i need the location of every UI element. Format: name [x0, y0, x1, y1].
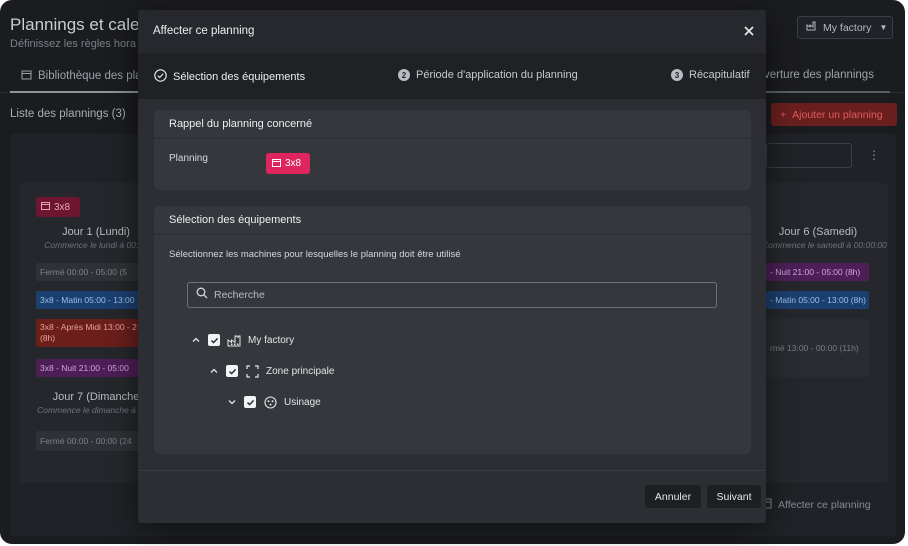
- chevron-up-icon[interactable]: [209, 366, 219, 376]
- planning-list-title: Liste des plannings (3): [10, 108, 126, 120]
- chevron-down-icon[interactable]: [227, 397, 237, 407]
- tab-library-label: Bibliothèque des pla: [38, 70, 142, 82]
- zone-icon: [245, 364, 259, 378]
- section-heading: Sélection des équipements: [154, 206, 751, 235]
- check-circle-icon: [154, 69, 167, 85]
- add-planning-label: Ajouter un planning: [792, 108, 883, 121]
- tree-item-label: My factory: [248, 334, 295, 346]
- factory-icon: [806, 21, 817, 34]
- day-subtitle: Commence le samedi à 00:00:00: [762, 240, 887, 250]
- step-number: 3: [671, 69, 683, 81]
- modal-header: Affecter ce planning: [138, 10, 766, 53]
- checkbox-checked[interactable]: [226, 365, 238, 377]
- assign-planning-link[interactable]: Affecter ce planning: [760, 497, 871, 512]
- planning-chip-label: 3x8: [54, 201, 71, 213]
- planning-chip-background[interactable]: 3x8: [36, 197, 80, 217]
- equipment-selection-section: Sélection des équipements Sélectionnez l…: [154, 206, 751, 454]
- stepper: Sélection des équipements 2 Période d'ap…: [138, 53, 766, 99]
- calendar-icon: [272, 158, 281, 170]
- checkbox-checked[interactable]: [208, 334, 220, 346]
- planning-chip-label: 3x8: [285, 158, 302, 169]
- more-options-icon[interactable]: ⋮: [868, 148, 880, 162]
- tree-item-label: Zone principale: [266, 365, 335, 377]
- tree-item-label: Usinage: [284, 396, 321, 408]
- calendar-icon: [41, 201, 50, 213]
- modal-title: Affecter ce planning: [153, 25, 255, 37]
- caret-down-icon: ▼: [879, 23, 888, 32]
- plus-icon: +: [780, 108, 787, 121]
- planning-reminder-section: Rappel du planning concerné Planning 3x8: [154, 110, 751, 190]
- step-label: Sélection des équipements: [173, 71, 306, 83]
- equipment-search-field[interactable]: [187, 282, 717, 308]
- time-slot[interactable]: - Matin 05:00 - 13:00 (8h): [766, 291, 869, 309]
- time-slot[interactable]: - Nuit 21:00 - 05:00 (8h): [766, 263, 869, 281]
- time-slot[interactable]: Fermé 00:00 - 00:00 (24: [36, 431, 146, 451]
- time-slot[interactable]: 3x8 - Nuit 21:00 - 05:00: [36, 359, 146, 377]
- tab-opening[interactable]: verture des plannings: [764, 69, 874, 81]
- step-application-period[interactable]: 2 Période d'application du planning: [398, 69, 578, 81]
- tree-item-my-factory[interactable]: My factory: [191, 333, 294, 347]
- cancel-button[interactable]: Annuler: [645, 485, 701, 508]
- step-label: Période d'application du planning: [416, 69, 578, 81]
- tab-indicator: [764, 91, 890, 93]
- close-icon[interactable]: [741, 23, 757, 39]
- day-title: Jour 6 (Samedi): [778, 226, 858, 238]
- time-slot[interactable]: 3x8 - Matin 05:00 - 13:00: [36, 291, 146, 309]
- page-subtitle: Définissez les règles hora: [10, 38, 136, 50]
- active-tab-indicator: [10, 91, 138, 93]
- factory-icon: [227, 333, 241, 347]
- search-icon: [196, 286, 208, 304]
- machine-icon: [263, 395, 277, 409]
- tree-item-zone-principale[interactable]: Zone principale: [209, 364, 334, 378]
- section-description: Sélectionnez les machines pour lesquelle…: [169, 249, 461, 260]
- step-equipment-selection[interactable]: Sélection des équipements: [154, 69, 305, 85]
- calendar-icon: [21, 69, 32, 83]
- page-title: Plannings et calen: [10, 15, 149, 34]
- factory-selector-label: My factory: [823, 21, 872, 34]
- assign-planning-label: Affecter ce planning: [778, 498, 871, 511]
- step-summary[interactable]: 3 Récapitulatif: [671, 69, 750, 81]
- time-slot[interactable]: 3x8 - Après Midi 13:00 - 2 (8h): [36, 319, 146, 347]
- next-button[interactable]: Suivant: [707, 485, 761, 508]
- planning-field-label: Planning: [169, 153, 208, 164]
- time-slot[interactable]: Fermé 00:00 - 05:00 (5: [36, 263, 146, 281]
- tab-opening-label: verture des plannings: [764, 69, 874, 81]
- time-slot[interactable]: rmé 13:00 - 00:00 (11h): [766, 319, 869, 377]
- day-column-saturday: Jour 6 (Samedi) Commence le samedi à 00:…: [762, 226, 887, 250]
- factory-selector[interactable]: My factory ▼: [797, 16, 893, 39]
- step-label: Récapitulatif: [689, 69, 750, 81]
- chevron-up-icon[interactable]: [191, 335, 201, 345]
- tree-item-usinage[interactable]: Usinage: [227, 395, 321, 409]
- modal-footer: Annuler Suivant: [138, 470, 766, 523]
- checkbox-checked[interactable]: [244, 396, 256, 408]
- step-number: 2: [398, 69, 410, 81]
- tab-library[interactable]: Bibliothèque des pla: [21, 69, 142, 83]
- background-search-input[interactable]: [766, 143, 852, 168]
- add-planning-button[interactable]: + Ajouter un planning: [771, 103, 897, 126]
- planning-chip: 3x8: [266, 153, 310, 174]
- search-input[interactable]: [214, 289, 694, 301]
- section-heading: Rappel du planning concerné: [154, 110, 751, 139]
- assign-planning-modal: Affecter ce planning Sélection des équip…: [138, 10, 766, 523]
